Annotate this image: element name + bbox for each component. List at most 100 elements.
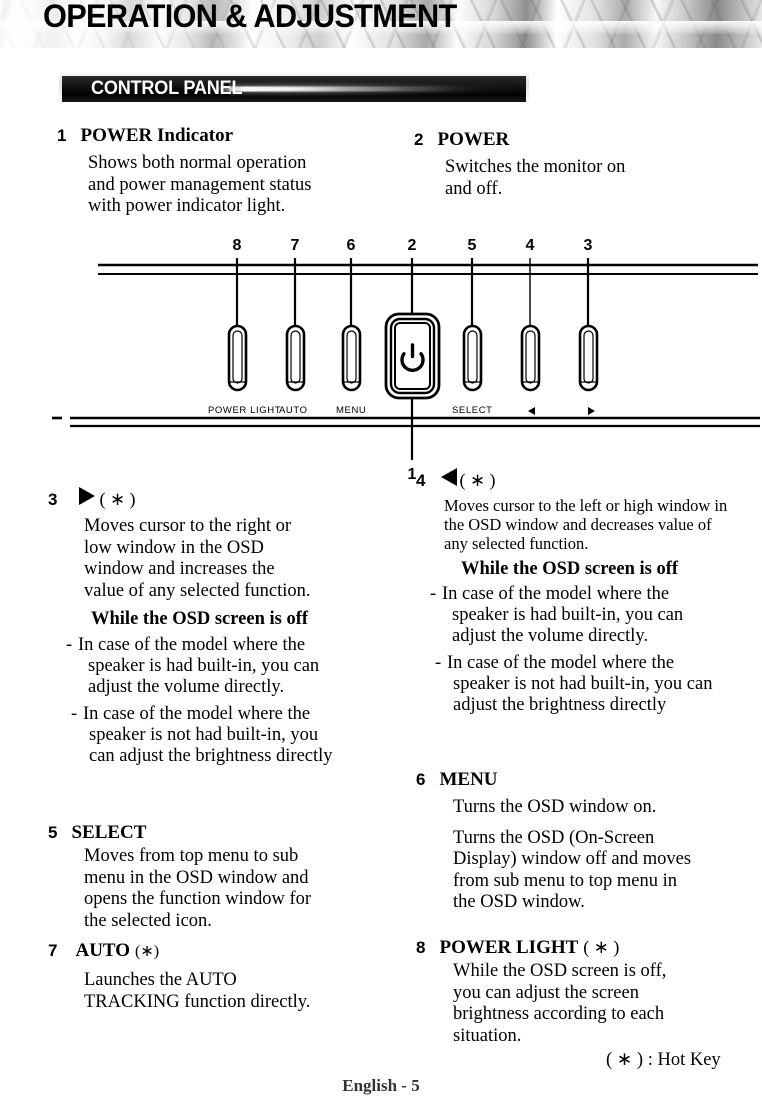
item-8-line: situation. xyxy=(453,1025,522,1046)
item-4-number: 4 xyxy=(416,471,426,490)
item-4-bullet-line: speaker is had built-in, you can xyxy=(452,605,684,625)
bullet-dash-icon: - xyxy=(71,704,78,724)
item-6-line: Turns the OSD window on. xyxy=(453,797,657,817)
item-1-line: Shows both normal operation xyxy=(88,153,307,173)
item-8-line: While the OSD screen is off, xyxy=(453,961,667,981)
item-select: 5 SELECT Moves from top menu to sub menu… xyxy=(48,823,398,932)
item-3-bullet-line: In case of the model where the xyxy=(78,635,306,655)
item-1-line: and power management status xyxy=(88,174,312,195)
power-symbol-icon xyxy=(400,343,425,372)
item-7-line: TRACKING function directly. xyxy=(84,991,311,1012)
item-3-bullet: - In case of the model where the speaker… xyxy=(71,704,398,767)
panel-button-select xyxy=(462,324,483,392)
item-right-arrow: 3 ( ∗ ) Moves cursor to the right or low… xyxy=(48,487,398,767)
item-5-heading: 5 SELECT xyxy=(48,823,398,842)
item-4-bullet-line: speaker is not had built-in, you can xyxy=(453,674,713,694)
item-5-line: opens the function window for xyxy=(84,889,312,909)
callout-number-4: 4 xyxy=(526,237,535,254)
item-8-body: While the OSD screen is off, you can adj… xyxy=(453,961,762,1047)
panel-label-menu: MENU xyxy=(336,405,366,416)
item-5-line: the selected icon. xyxy=(84,910,212,931)
item-2-number: 2 xyxy=(414,130,424,149)
item-power-light: 8 POWER LIGHT ( ∗ ) While the OSD screen… xyxy=(416,938,762,1047)
item-7-body: Launches the AUTO TRACKING function dire… xyxy=(84,970,398,1013)
item-3-bullet-line: adjust the volume directly. xyxy=(88,677,285,697)
item-auto: 7 AUTO (∗) Launches the AUTO TRACKING fu… xyxy=(48,941,398,1013)
item-4-hotkey: ( ∗ ) xyxy=(459,470,496,490)
item-4-heading: 4 ( ∗ ) xyxy=(416,468,762,489)
item-3-bullet-line: In case of the model where the xyxy=(83,704,311,724)
item-6-heading: 6 MENU xyxy=(416,770,762,789)
callout-number-6: 6 xyxy=(347,237,356,254)
item-1-number: 1 xyxy=(57,126,67,145)
item-4-bullet-line: adjust the volume directly. xyxy=(452,626,649,646)
item-4-body: Moves cursor to the left or high window … xyxy=(444,496,762,553)
panel-label-right-arrow-icon xyxy=(588,407,595,415)
callout-number-2: 2 xyxy=(408,237,417,254)
item-6-body-b: Turns the OSD (On-Screen Display) window… xyxy=(453,828,762,914)
item-3-bullet-line: can adjust the brightness directly xyxy=(89,746,333,766)
item-8-number: 8 xyxy=(416,938,426,957)
panel-button-right-arrow xyxy=(578,324,599,392)
hot-key-footnote: ( ∗ ) : Hot Key xyxy=(606,1050,721,1070)
item-3-line: value of any selected function. xyxy=(84,580,311,601)
item-3-heading: 3 ( ∗ ) xyxy=(48,487,398,508)
item-3-bullet-line: speaker is not had built-in, you xyxy=(89,725,319,745)
item-1-line: with power indicator light. xyxy=(88,196,286,216)
panel-button-power-light xyxy=(227,324,248,392)
item-5-number: 5 xyxy=(48,823,58,842)
item-8-line: brightness according to each xyxy=(453,1004,665,1024)
item-3-bullet-line: speaker is had built-in, you can xyxy=(88,656,320,676)
control-panel-diagram: 8 7 6 2 5 4 3 1 POWER LIGHT AUTO MENU SE… xyxy=(0,232,762,483)
bullet-dash-icon: - xyxy=(435,653,442,673)
item-3-number: 3 xyxy=(48,490,58,509)
panel-label-auto: AUTO xyxy=(279,405,308,416)
left-arrow-icon xyxy=(441,468,458,486)
page-footer: English - 5 xyxy=(342,1076,420,1095)
item-7-label: AUTO xyxy=(75,940,131,961)
item-1-heading: 1 POWER Indicator xyxy=(57,126,397,145)
item-2-line: Switches the monitor on xyxy=(445,157,626,177)
item-5-label: SELECT xyxy=(71,822,147,843)
callout-number-3: 3 xyxy=(584,237,593,254)
item-2-line: and off. xyxy=(445,178,503,199)
item-1-label: POWER Indicator xyxy=(80,125,233,146)
item-6-line: Display) window off and moves xyxy=(453,849,692,869)
item-left-arrow: 4 ( ∗ ) Moves cursor to the left or high… xyxy=(416,468,762,716)
item-4-bold-note: While the OSD screen is off xyxy=(461,559,679,579)
item-4-line: any selected function. xyxy=(444,534,589,553)
item-2-label: POWER xyxy=(437,129,510,150)
item-3-line: window and increases the xyxy=(84,559,275,579)
item-4-line: the OSD window and decreases value of xyxy=(444,515,712,534)
item-6-line: Turns the OSD (On-Screen xyxy=(453,827,655,848)
item-8-line: you can adjust the screen xyxy=(453,982,639,1003)
item-6-line: from sub menu to top menu in xyxy=(453,870,678,891)
panel-button-auto xyxy=(285,324,306,392)
item-7-line: Launches the AUTO xyxy=(84,970,237,990)
item-5-body: Moves from top menu to sub menu in the O… xyxy=(84,846,398,932)
item-7-heading: 7 AUTO (∗) xyxy=(48,941,398,960)
item-power: 2 POWER Switches the monitor on and off. xyxy=(414,130,744,200)
item-4-bullet-line: In case of the model where the xyxy=(447,653,675,673)
item-4-line: Moves cursor to the left or high window … xyxy=(444,496,728,515)
section-bar-glow-streak xyxy=(215,86,457,92)
item-4-bullet: - In case of the model where the speaker… xyxy=(435,653,762,716)
item-1-body: Shows both normal operation and power ma… xyxy=(88,153,397,218)
item-7-hotkey: (∗) xyxy=(135,943,160,960)
callout-number-7: 7 xyxy=(291,237,300,254)
item-6-number: 6 xyxy=(416,770,426,789)
item-4-bullet: - In case of the model where the speaker… xyxy=(430,584,762,647)
panel-button-left-arrow xyxy=(520,324,541,392)
item-3-hotkey: ( ∗ ) xyxy=(99,489,136,509)
item-3-bold-note: While the OSD screen is off xyxy=(91,609,309,629)
panel-button-menu xyxy=(341,324,362,392)
item-menu: 6 MENU Turns the OSD window on. Turns th… xyxy=(416,770,762,914)
item-6-line: the OSD window. xyxy=(453,892,585,912)
item-8-label: POWER LIGHT xyxy=(439,937,579,958)
item-3-line: low window in the OSD xyxy=(84,537,264,558)
item-6-label: MENU xyxy=(439,769,498,790)
right-arrow-icon xyxy=(79,487,96,505)
panel-label-left-arrow-icon xyxy=(528,407,535,415)
item-4-bullet-line: In case of the model where the xyxy=(442,584,670,604)
item-7-number: 7 xyxy=(48,941,58,960)
